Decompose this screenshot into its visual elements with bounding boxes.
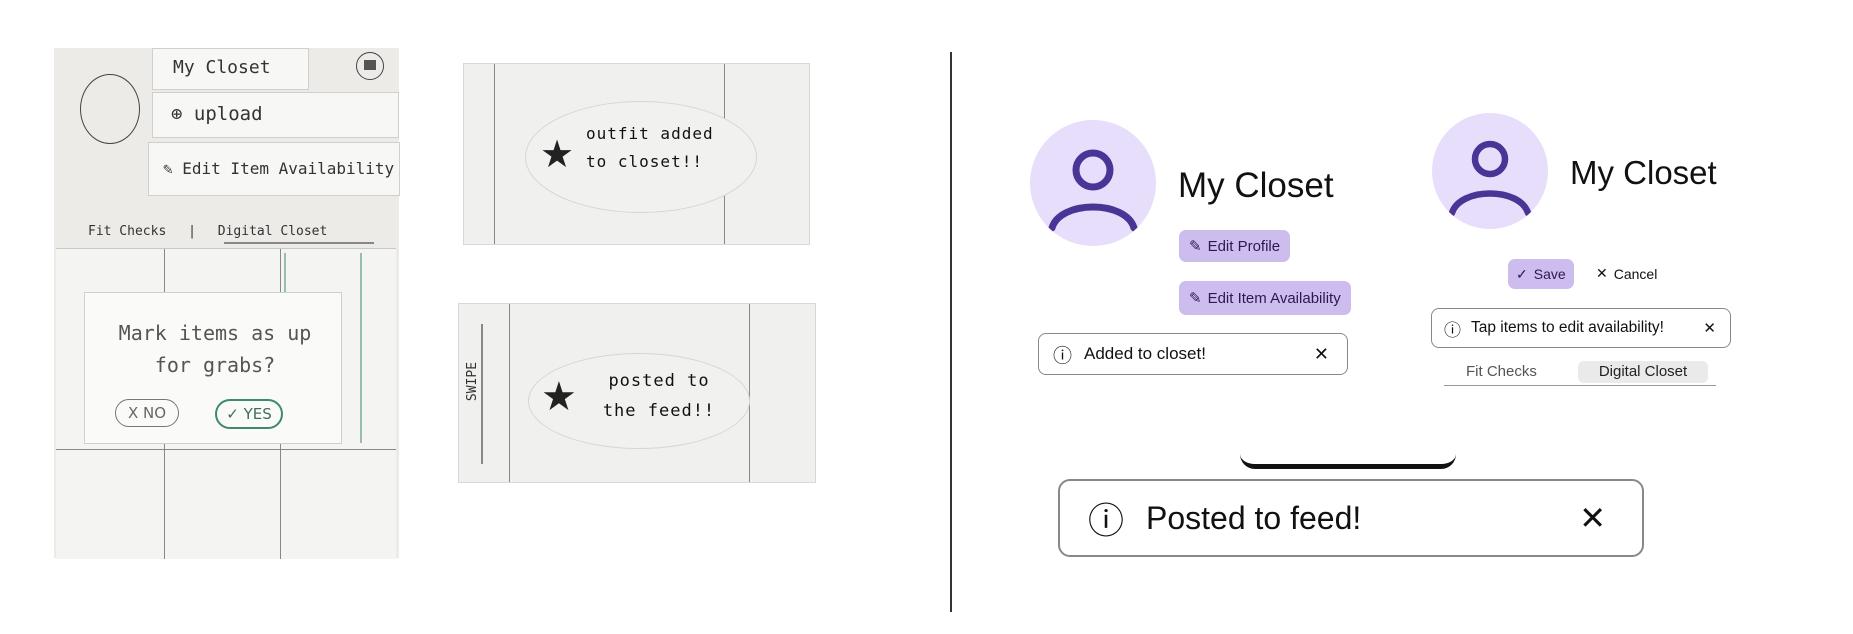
sketch-star-icon-2: ★ [541, 374, 577, 420]
sketch-swipe-arrow [481, 324, 483, 464]
posted-toast: ⓘ Posted to feed! ✕ [1058, 479, 1644, 557]
close-icon[interactable]: ✕ [1703, 319, 1716, 337]
sketch-menu-upload: ⊕ upload [152, 92, 399, 138]
sketch-no-button: X NO [115, 399, 179, 427]
check-icon: ✓ [1516, 265, 1528, 282]
profile-avatar-edit[interactable] [1432, 113, 1548, 229]
edit-icon: ✎ [1189, 238, 1202, 255]
sketch-menu-upload-label: ⊕ upload [171, 103, 263, 125]
sketch-outfit-text: outfit added to closet!! [586, 124, 714, 171]
sketch-avatar [80, 74, 140, 144]
page-title-edit: My Closet [1570, 154, 1717, 191]
sketch-tab-underline [224, 242, 374, 244]
sketch-posted-feed: SWIPE ★ posted to the feed!! [458, 303, 816, 483]
sketch-home-icon [356, 52, 384, 80]
save-button[interactable]: ✓ Save [1508, 259, 1574, 289]
sketch-tab-digital-closet: Digital Closet [217, 224, 328, 239]
edit-toast: ⓘ Tap items to edit availability! ✕ [1431, 308, 1731, 348]
sketch-modal: Mark items as up for grabs? X NO ✓ YES [84, 292, 342, 444]
edit-availability-button[interactable]: ✎ Edit Item Availability [1179, 281, 1351, 315]
page-title: My Closet [1178, 166, 1334, 205]
sketch-closet-screen: My Closet ⊕ upload ✎ Edit Item Availabil… [54, 48, 400, 559]
save-label: Save [1533, 266, 1566, 282]
sketch-edit-text: Edit Item Availability [182, 159, 395, 178]
added-toast-text: Added to closet! [1084, 344, 1206, 363]
added-toast: ⓘ Added to closet! ✕ [1038, 333, 1348, 375]
sketch-tab-fit-checks: Fit Checks [88, 224, 167, 239]
section-divider [950, 52, 952, 612]
sketch-yes-button: ✓ YES [215, 399, 283, 429]
info-icon: ⓘ [1088, 500, 1125, 541]
sketch-outfit-added: ★ outfit added to closet!! [463, 63, 810, 245]
edit-toast-text: Tap items to edit availability! [1471, 319, 1664, 336]
cancel-label: Cancel [1613, 265, 1658, 282]
edit-availability-label: Edit Item Availability [1207, 289, 1341, 307]
info-icon: ⓘ [1053, 345, 1073, 367]
sketch-upload-text: upload [193, 103, 263, 125]
tab-digital-closet[interactable]: Digital Closet [1578, 361, 1708, 383]
sketch-swipe-label: SWIPE [465, 361, 481, 402]
profile-avatar[interactable] [1030, 120, 1156, 246]
posted-toast-text: Posted to feed! [1146, 499, 1362, 536]
drag-handle[interactable] [1240, 454, 1456, 469]
close-icon: ✕ [1596, 265, 1608, 281]
sketch-menu-my-closet-label: My Closet [173, 57, 271, 78]
close-icon[interactable]: ✕ [1579, 499, 1606, 537]
sketch-tabs: Fit Checks | Digital Closet [88, 224, 328, 239]
sketch-star-icon: ★ [540, 132, 575, 176]
edit-profile-label: Edit Profile [1207, 237, 1281, 255]
cancel-button[interactable]: ✕ Cancel [1596, 265, 1657, 282]
edit-icon: ✎ [1189, 290, 1202, 307]
sketch-modal-text: Mark items as up for grabs? [118, 321, 312, 377]
user-icon [1048, 149, 1138, 232]
info-icon: ⓘ [1444, 320, 1461, 340]
sketch-posted-bubble: ★ posted to the feed!! [529, 354, 749, 448]
sketch-posted-text: posted to the feed!! [602, 371, 716, 421]
tab-fit-checks[interactable]: Fit Checks [1466, 363, 1537, 380]
sketch-outfit-bubble: ★ outfit added to closet!! [526, 102, 756, 212]
sketch-menu-edit-label: ✎ Edit Item Availability [163, 159, 395, 178]
sketch-menu-my-closet: My Closet [152, 48, 309, 90]
edit-profile-button[interactable]: ✎ Edit Profile [1179, 230, 1291, 262]
sketch-menu-edit: ✎ Edit Item Availability [148, 142, 400, 196]
tab-bar: Fit Checks Digital Closet [1444, 361, 1716, 386]
user-icon [1448, 140, 1532, 217]
close-icon[interactable]: ✕ [1314, 344, 1329, 365]
